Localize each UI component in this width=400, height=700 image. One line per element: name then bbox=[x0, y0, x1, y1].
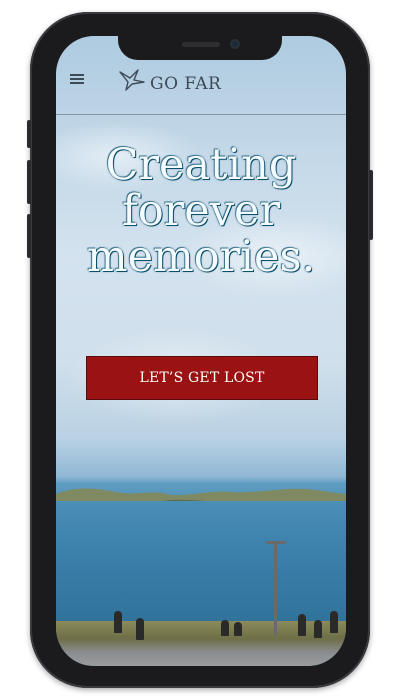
person-figure bbox=[330, 611, 338, 633]
headline-line: forever bbox=[121, 186, 281, 236]
sea bbox=[56, 501, 346, 631]
lets-get-lost-button[interactable]: LET’S GET LOST bbox=[86, 356, 318, 400]
headline-line: Creating bbox=[105, 140, 297, 190]
person-figure bbox=[136, 618, 144, 640]
brand-name: GO FAR bbox=[150, 74, 222, 94]
headline-line: memories. bbox=[86, 232, 316, 282]
phone-notch bbox=[118, 34, 282, 60]
person-figure bbox=[114, 611, 122, 633]
hero-headline: Creating forever memories. bbox=[56, 142, 346, 280]
power-button bbox=[369, 170, 373, 240]
person-figure bbox=[234, 622, 242, 636]
phone-screen: GO FAR Creating forever memories. LET’S … bbox=[56, 36, 346, 666]
mute-switch bbox=[27, 120, 31, 148]
brand[interactable]: GO FAR bbox=[118, 66, 221, 94]
volume-up-button bbox=[27, 160, 31, 204]
front-camera bbox=[230, 39, 240, 49]
earpiece-speaker bbox=[182, 42, 220, 47]
person-figure bbox=[298, 614, 306, 636]
bird-logo-icon bbox=[119, 69, 145, 91]
person-figure bbox=[314, 620, 322, 638]
utility-pole bbox=[274, 541, 277, 636]
hamburger-icon[interactable] bbox=[70, 74, 84, 84]
volume-down-button bbox=[27, 214, 31, 258]
person-figure bbox=[221, 620, 229, 636]
